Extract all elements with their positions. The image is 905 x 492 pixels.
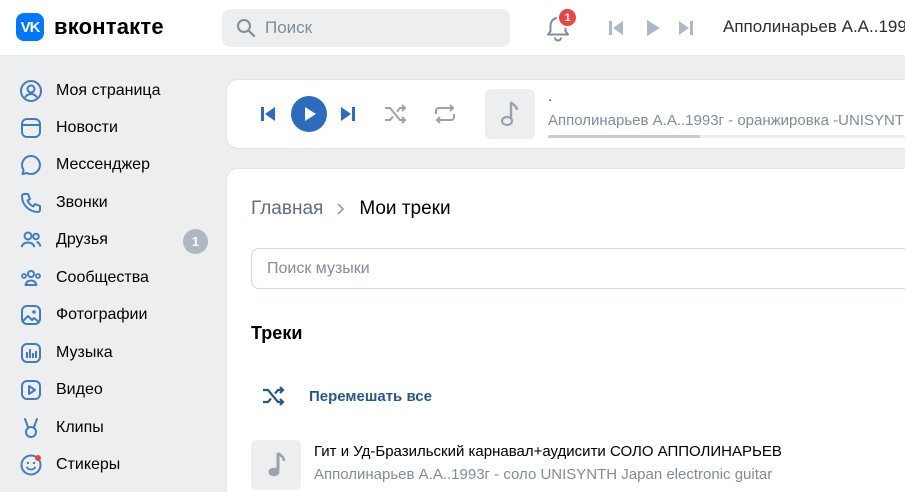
header-now-playing[interactable]: Апполинарьев А.А..1993г - оранжировка -U… xyxy=(723,17,905,37)
previous-track-icon[interactable] xyxy=(607,19,625,37)
friends-icon xyxy=(18,227,44,253)
track-artist[interactable]: Апполинарьев А.А..1993г - соло UNISYNTH … xyxy=(314,466,772,483)
player-progress-fill xyxy=(548,135,701,138)
sidebar-item-photos[interactable]: Фотографии xyxy=(18,297,214,333)
top-header: VK вконтакте 1 Апполинарьев А.А..1993г -… xyxy=(0,0,905,56)
notifications-badge: 1 xyxy=(557,7,578,28)
sidebar-item-label: Стикеры xyxy=(56,456,121,473)
music-note-icon xyxy=(268,452,286,477)
previous-track-icon[interactable] xyxy=(259,105,277,123)
breadcrumb: Главная Мои треки xyxy=(251,198,451,220)
photo-icon xyxy=(18,302,44,328)
next-track-icon[interactable] xyxy=(677,19,695,37)
shuffle-all-button[interactable]: Перемешать все xyxy=(261,384,432,408)
sidebar-item-label: Фотографии xyxy=(56,306,148,323)
vk-logo-mark: VK xyxy=(16,13,44,41)
vk-logo[interactable]: VK вконтакте xyxy=(16,13,164,41)
sidebar-item-label: Мессенджер xyxy=(56,156,150,173)
tracks-section-title: Треки xyxy=(251,323,303,343)
sidebar-item-label: Друзья xyxy=(56,231,108,248)
music-note-icon xyxy=(500,101,519,127)
shuffle-icon xyxy=(263,386,285,406)
sidebar-item-calls[interactable]: Звонки xyxy=(18,185,214,221)
breadcrumb-home[interactable]: Главная xyxy=(251,198,323,220)
sidebar-item-label: Новости xyxy=(56,119,118,136)
vk-logo-text: вконтакте xyxy=(54,14,164,39)
chevron-right-icon xyxy=(337,203,345,215)
music-search-input[interactable] xyxy=(251,248,905,289)
stickers-icon xyxy=(18,452,44,478)
sidebar-item-video[interactable]: Видео xyxy=(18,372,214,408)
user-circle-icon xyxy=(18,78,44,104)
header-search[interactable] xyxy=(222,9,510,47)
sidebar-item-label: Звонки xyxy=(56,194,108,211)
player-cover xyxy=(485,89,535,139)
sidebar-item-label: Музыка xyxy=(56,344,113,361)
sidebar-item-label: Моя страница xyxy=(56,82,161,99)
message-icon xyxy=(18,152,44,178)
sidebar-item-news[interactable]: Новости xyxy=(18,110,214,146)
track-row[interactable]: Гит и Уд-Бразильский карнавал+аудисити С… xyxy=(251,440,905,492)
shuffle-all-label: Перемешать все xyxy=(309,387,432,405)
music-content: Главная Мои треки Треки Перемешать все Г… xyxy=(226,168,905,492)
play-icon[interactable] xyxy=(644,19,662,37)
phone-icon xyxy=(18,190,44,216)
search-icon xyxy=(237,19,256,38)
shuffle-icon[interactable] xyxy=(383,102,409,126)
sidebar-item-my-page[interactable]: Моя страница xyxy=(18,73,214,109)
play-button[interactable] xyxy=(291,96,327,132)
next-track-icon[interactable] xyxy=(339,105,357,123)
sidebar-item-communities[interactable]: Сообщества xyxy=(18,260,214,296)
sidebar-item-music[interactable]: Музыка xyxy=(18,335,214,371)
search-input[interactable] xyxy=(265,18,485,38)
video-icon xyxy=(18,377,44,403)
audio-player: · Апполинарьев А.А..1993г - оранжировка … xyxy=(226,79,905,149)
sidebar-item-label: Сообщества xyxy=(56,269,149,286)
news-icon xyxy=(18,115,44,141)
play-icon xyxy=(305,107,316,121)
breadcrumb-current: Мои треки xyxy=(359,198,451,219)
sidebar-item-label: Видео xyxy=(56,381,103,398)
clips-icon xyxy=(18,415,44,441)
communities-icon xyxy=(18,265,44,291)
player-track-artist[interactable]: Апполинарьев А.А..1993г - оранжировка -U… xyxy=(548,112,905,129)
sidebar-item-label: Клипы xyxy=(56,419,104,436)
friends-count-badge: 1 xyxy=(183,229,208,254)
repeat-icon[interactable] xyxy=(432,102,458,126)
music-icon xyxy=(18,340,44,366)
sidebar-item-stickers[interactable]: Стикеры xyxy=(18,447,214,483)
player-track-title: · xyxy=(548,92,553,107)
sidebar-item-messenger[interactable]: Мессенджер xyxy=(18,147,214,183)
sidebar-item-clips[interactable]: Клипы xyxy=(18,410,214,446)
player-progress-bar[interactable] xyxy=(548,135,905,138)
track-cover[interactable] xyxy=(251,440,301,490)
track-title: Гит и Уд-Бразильский карнавал+аудисити С… xyxy=(314,443,782,460)
